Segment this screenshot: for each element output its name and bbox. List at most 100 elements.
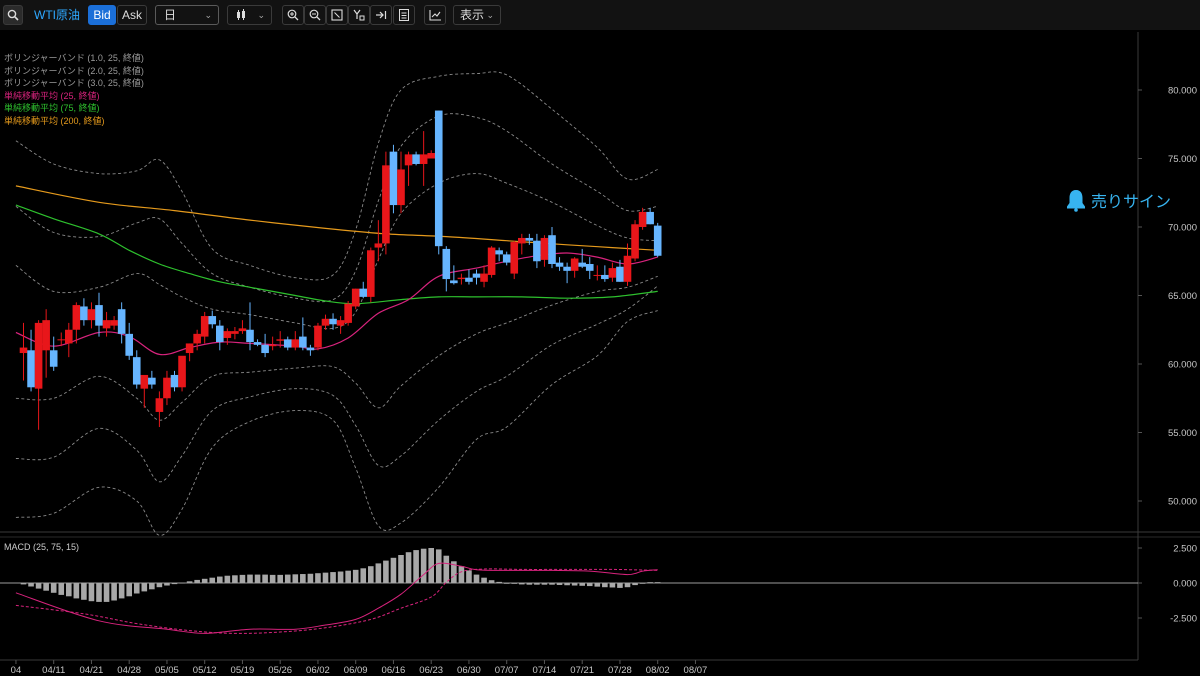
macd-histogram-bar [28, 583, 34, 587]
macd-histogram-bar [435, 549, 442, 583]
legend-bb3[interactable]: ボリンジャーバンド (3.0, 25, 終値) [4, 77, 144, 90]
candle-body [616, 266, 624, 282]
macd-histogram-bar [481, 577, 487, 583]
macd-histogram-bar [186, 581, 193, 583]
macd-histogram-bar [201, 578, 208, 583]
candle-body [608, 268, 617, 278]
timeframe-select[interactable]: 日 ⌄ [155, 5, 219, 25]
zoom-out-button[interactable] [304, 5, 326, 25]
bell-icon [1067, 190, 1085, 212]
candle-body [570, 258, 579, 271]
macd-histogram-bar [443, 555, 450, 583]
macd-histogram-bar [88, 583, 95, 602]
macd-histogram-bar [541, 583, 548, 585]
bid-button[interactable]: Bid [88, 5, 116, 25]
candle-body [472, 273, 481, 278]
candle-body [42, 320, 50, 351]
indicator-button[interactable] [424, 5, 446, 25]
macd-histogram-bar [602, 583, 608, 588]
date-tick-label: 06/23 [419, 665, 443, 676]
macd-histogram-bar [315, 573, 321, 583]
fit-screen-button[interactable] [326, 5, 348, 25]
macd-histogram-bar [420, 548, 427, 583]
chart-add-icon [428, 10, 441, 21]
sell-signal-label: 売りサイン [1091, 194, 1172, 211]
macd-histogram-bar [73, 583, 80, 599]
candle-body [367, 250, 375, 297]
macd-histogram-bar [413, 550, 419, 583]
price-tick-label: 55.000 [1168, 428, 1197, 439]
date-tick-label: 04/21 [80, 665, 104, 676]
chart-area[interactable]: 80.000 75.000 70.000 65.000 60.000 55.000 50.0… [0, 30, 1200, 676]
legend-bb2[interactable]: ボリンジャーバンド (2.0, 25, 終値) [4, 65, 144, 78]
candle-body [148, 377, 156, 385]
date-tick-label: 06/02 [306, 665, 330, 676]
symbol-name[interactable]: WTI原油 [34, 6, 80, 24]
sma25-line [15, 252, 658, 356]
macd-histogram-bar [488, 580, 495, 583]
macd-histogram-bar [511, 583, 518, 584]
candle-body [487, 247, 496, 275]
macd-histogram-bar [254, 574, 261, 583]
candle-body [223, 331, 232, 338]
macd-histogram-bar [586, 583, 593, 587]
candle-body [117, 309, 126, 334]
date-tick-label: 04 [11, 665, 22, 676]
macd-tick-label: 0.000 [1173, 579, 1197, 590]
candle-body [80, 306, 88, 321]
macd-histogram-bar [118, 583, 125, 599]
macd-tick-label: 2.500 [1173, 544, 1197, 555]
candle-body [351, 288, 360, 307]
display-menu-button[interactable]: 表示 ⌄ [453, 5, 501, 25]
sell-signal[interactable]: 売りサイン [1065, 188, 1171, 212]
macd-histogram-bar [556, 583, 563, 585]
candle-body [314, 325, 322, 348]
candle-body [200, 316, 209, 337]
search-button[interactable] [3, 5, 23, 25]
legend-sma200[interactable]: 単純移動平均 (200, 終値) [4, 115, 144, 128]
chart-type-select[interactable]: ⌄ [227, 5, 272, 25]
price-tick-label: 80.000 [1168, 86, 1197, 97]
macd-histogram-bar [171, 583, 178, 585]
macd-histogram-bar [549, 583, 555, 585]
zoom-in-button[interactable] [282, 5, 304, 25]
macd-histogram-bar [647, 582, 653, 583]
bollinger-bb2-upper [15, 113, 658, 303]
date-tick-label: 04/28 [117, 665, 141, 676]
price-tick-label: 70.000 [1168, 223, 1197, 234]
macd-histogram-bar [617, 583, 623, 588]
candle-body [253, 342, 262, 345]
candle-body [593, 274, 602, 276]
date-tick-label: 07/21 [570, 665, 594, 676]
date-tick-label: 08/07 [684, 665, 708, 676]
bollinger-bb3-lower [15, 310, 658, 536]
legend-sma25[interactable]: 単純移動平均 (25, 終値) [4, 90, 144, 103]
macd-histogram-bar [20, 583, 27, 585]
auto-scale-button[interactable] [348, 5, 370, 25]
chevron-down-icon: ⌄ [257, 10, 265, 20]
macd-histogram-bar [360, 568, 367, 583]
macd-histogram-bar [66, 583, 72, 597]
candle-body [502, 254, 511, 263]
scroll-to-latest-button[interactable] [370, 5, 392, 25]
legend-sma75[interactable]: 単純移動平均 (75, 終値) [4, 102, 144, 115]
candle-body [57, 339, 66, 341]
bollinger-bb2-lower [15, 285, 658, 483]
macd-histogram-bar [624, 583, 631, 588]
macd-histogram-bar [458, 566, 465, 583]
macd-histogram-bar [103, 583, 110, 602]
ask-button[interactable]: Ask [117, 5, 147, 25]
notes-button[interactable] [393, 5, 415, 25]
candle-body [329, 318, 337, 325]
candle-body [480, 273, 488, 282]
arrow-right-bar-icon [376, 11, 387, 19]
macd-histogram-bar [503, 583, 510, 584]
candle-body [208, 316, 217, 325]
candle-body [465, 277, 473, 282]
candle-body [163, 377, 171, 399]
legend-bb1[interactable]: ボリンジャーバンド (1.0, 25, 終値) [4, 52, 144, 65]
macd-label[interactable]: MACD (25, 75, 15) [4, 542, 79, 552]
candle-body [555, 262, 564, 267]
candle-body [193, 333, 201, 344]
macd-histogram-bar [526, 583, 533, 585]
